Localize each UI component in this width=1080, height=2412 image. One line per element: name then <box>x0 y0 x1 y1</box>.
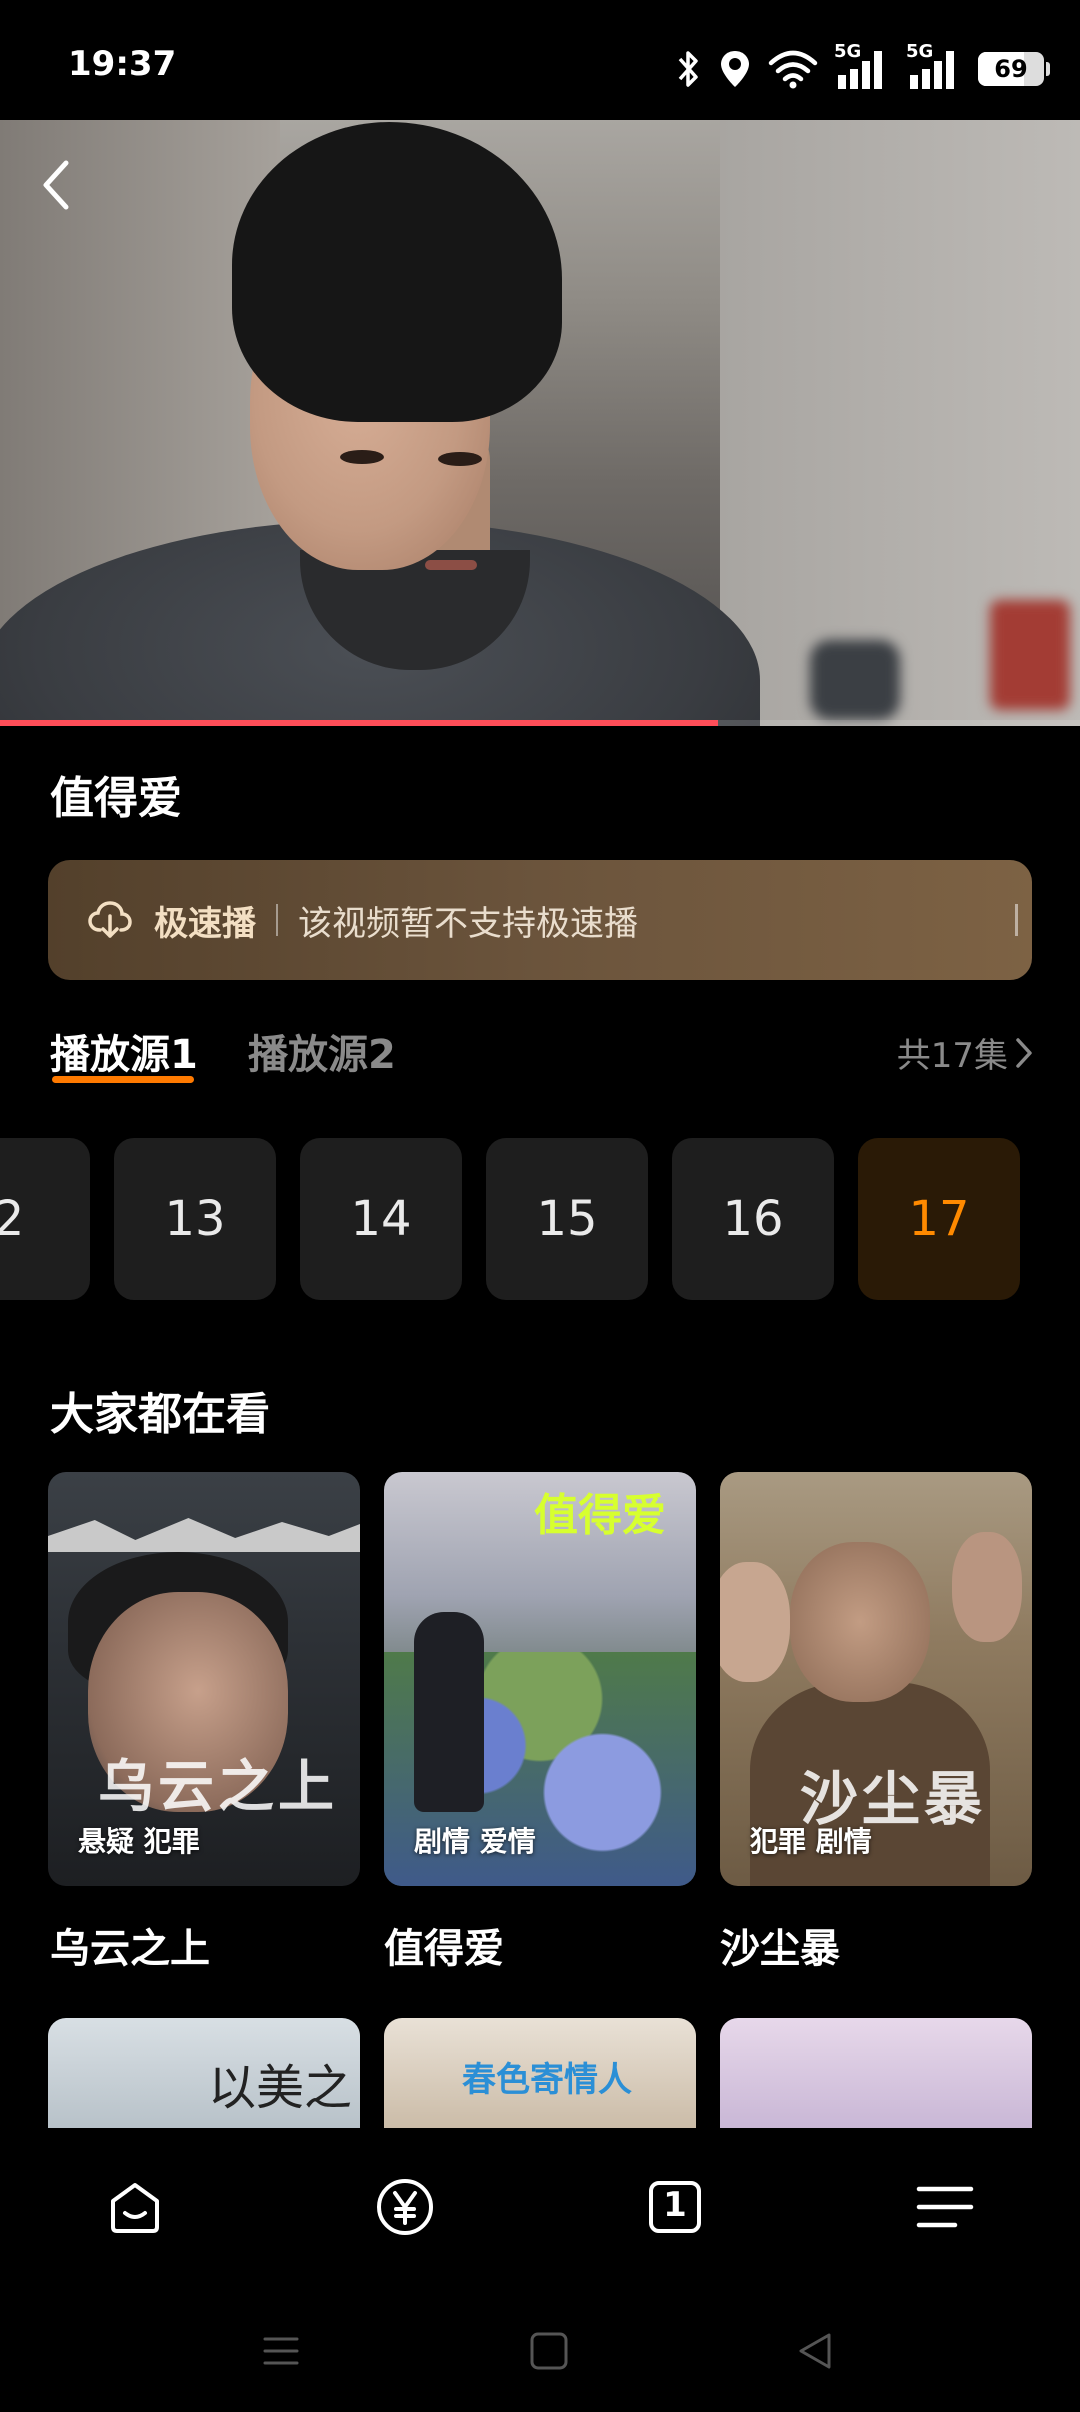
signal-bars-icon <box>910 51 954 89</box>
poster-card[interactable]: 以美之名 <box>48 2018 360 2128</box>
battery-text: 69 <box>994 55 1028 83</box>
poster-art <box>952 1532 1022 1642</box>
system-nav-bar <box>0 2282 1080 2412</box>
video-frame-person <box>425 560 477 570</box>
poster-card[interactable]: 值得爱 剧情 爱情 <box>384 1472 696 1886</box>
poster-logo-text: 乌云之上 <box>98 1755 338 1820</box>
video-frame-person <box>340 450 384 464</box>
app-screen: 19:37 5G 5G 69 值得爱 极速播 该视频暂不支持极速播 播放源1 播… <box>0 0 1080 2412</box>
nav-menu-button[interactable] <box>910 2172 980 2242</box>
chevron-right-icon <box>1016 1037 1032 1068</box>
bluetooth-icon <box>678 51 698 87</box>
video-player[interactable] <box>0 120 1080 726</box>
video-frame-object <box>810 640 900 720</box>
speed-play-label: 极速播 <box>154 903 256 944</box>
video-progress-fill <box>0 720 719 726</box>
episode-item-current[interactable]: 17 <box>858 1138 1020 1300</box>
poster-tags: 犯罪 剧情 <box>750 1825 872 1858</box>
tab-active-indicator <box>52 1076 194 1083</box>
poster-tags: 悬疑 犯罪 <box>78 1825 200 1858</box>
bottom-nav: 1 <box>0 2128 1080 2282</box>
system-recents-button[interactable] <box>256 2326 306 2376</box>
poster-art <box>414 1612 484 1812</box>
nav-tabs-button[interactable]: 1 <box>640 2172 710 2242</box>
poster-card[interactable]: 沙尘暴 犯罪 剧情 <box>720 1472 1032 1886</box>
poster-card[interactable]: 春色寄情人 <box>384 2018 696 2128</box>
poster-title[interactable]: 值得爱 <box>384 1916 504 1974</box>
episode-item[interactable]: 2 <box>0 1138 90 1300</box>
episode-item[interactable]: 15 <box>486 1138 648 1300</box>
battery-icon: 69 <box>978 52 1050 86</box>
video-frame-person <box>438 452 482 466</box>
poster-art <box>720 1562 790 1682</box>
poster-title[interactable]: 沙尘暴 <box>720 1916 840 1974</box>
wifi-icon <box>768 50 818 89</box>
speed-play-banner[interactable]: 极速播 该视频暂不支持极速播 <box>48 860 1032 980</box>
divider <box>1015 904 1018 936</box>
video-progress-bar[interactable] <box>0 720 1080 726</box>
poster-logo-text: 值得爱 <box>534 1490 666 1541</box>
poster-title[interactable]: 乌云之上 <box>50 1916 210 1974</box>
menu-icon <box>916 2186 974 2228</box>
status-icons: 5G 5G 69 <box>676 41 1050 94</box>
episode-list[interactable]: 2 13 14 15 16 17 <box>0 1138 1080 1300</box>
poster-art <box>790 1542 930 1702</box>
home-icon <box>111 2183 159 2233</box>
system-home-button[interactable] <box>524 2326 574 2376</box>
chevron-left-icon <box>43 160 69 210</box>
signal-5g-2: 5G <box>906 41 962 91</box>
video-frame-person <box>232 122 562 422</box>
status-time: 19:37 <box>68 44 177 84</box>
video-frame-object <box>990 600 1070 710</box>
back-button[interactable] <box>28 150 84 220</box>
speed-play-message: 该视频暂不支持极速播 <box>298 903 638 944</box>
divider <box>276 904 278 936</box>
all-episodes-button[interactable]: 共17集 <box>897 1028 1034 1077</box>
tab-source-1[interactable]: 播放源1 <box>50 1022 198 1080</box>
source-tabs: 播放源1 播放源2 共17集 <box>50 1022 1034 1102</box>
tab-count: 1 <box>663 2185 687 2225</box>
square-icon <box>530 2332 568 2370</box>
nav-yuan-button[interactable] <box>370 2172 440 2242</box>
recents-icon <box>263 2337 299 2365</box>
episode-item[interactable]: 13 <box>114 1138 276 1300</box>
cloud-download-icon <box>88 901 132 938</box>
system-back-button[interactable] <box>790 2326 840 2376</box>
signal-5g-1: 5G <box>834 41 890 91</box>
poster-art <box>48 1518 360 1552</box>
episode-item[interactable]: 16 <box>672 1138 834 1300</box>
yuan-icon <box>377 2179 433 2235</box>
poster-logo-text: 春色寄情人 <box>462 2060 632 2100</box>
poster-tags: 剧情 爱情 <box>414 1825 536 1858</box>
tab-source-2[interactable]: 播放源2 <box>248 1022 396 1080</box>
location-icon <box>721 51 749 87</box>
nav-home-button[interactable] <box>100 2172 170 2242</box>
episode-item[interactable]: 14 <box>300 1138 462 1300</box>
poster-card[interactable] <box>720 2018 1032 2128</box>
status-bar: 19:37 5G 5G 69 <box>0 0 1080 120</box>
signal-bars-icon <box>838 51 882 89</box>
video-title: 值得爱 <box>50 773 182 824</box>
episode-count-label: 共17集 <box>896 1036 1008 1076</box>
section-title-popular: 大家都在看 <box>50 1389 270 1440</box>
triangle-back-icon <box>799 2333 831 2369</box>
poster-card[interactable]: 乌云之上 悬疑 犯罪 <box>48 1472 360 1886</box>
poster-logo-text: 以美之名 <box>208 2060 353 2116</box>
